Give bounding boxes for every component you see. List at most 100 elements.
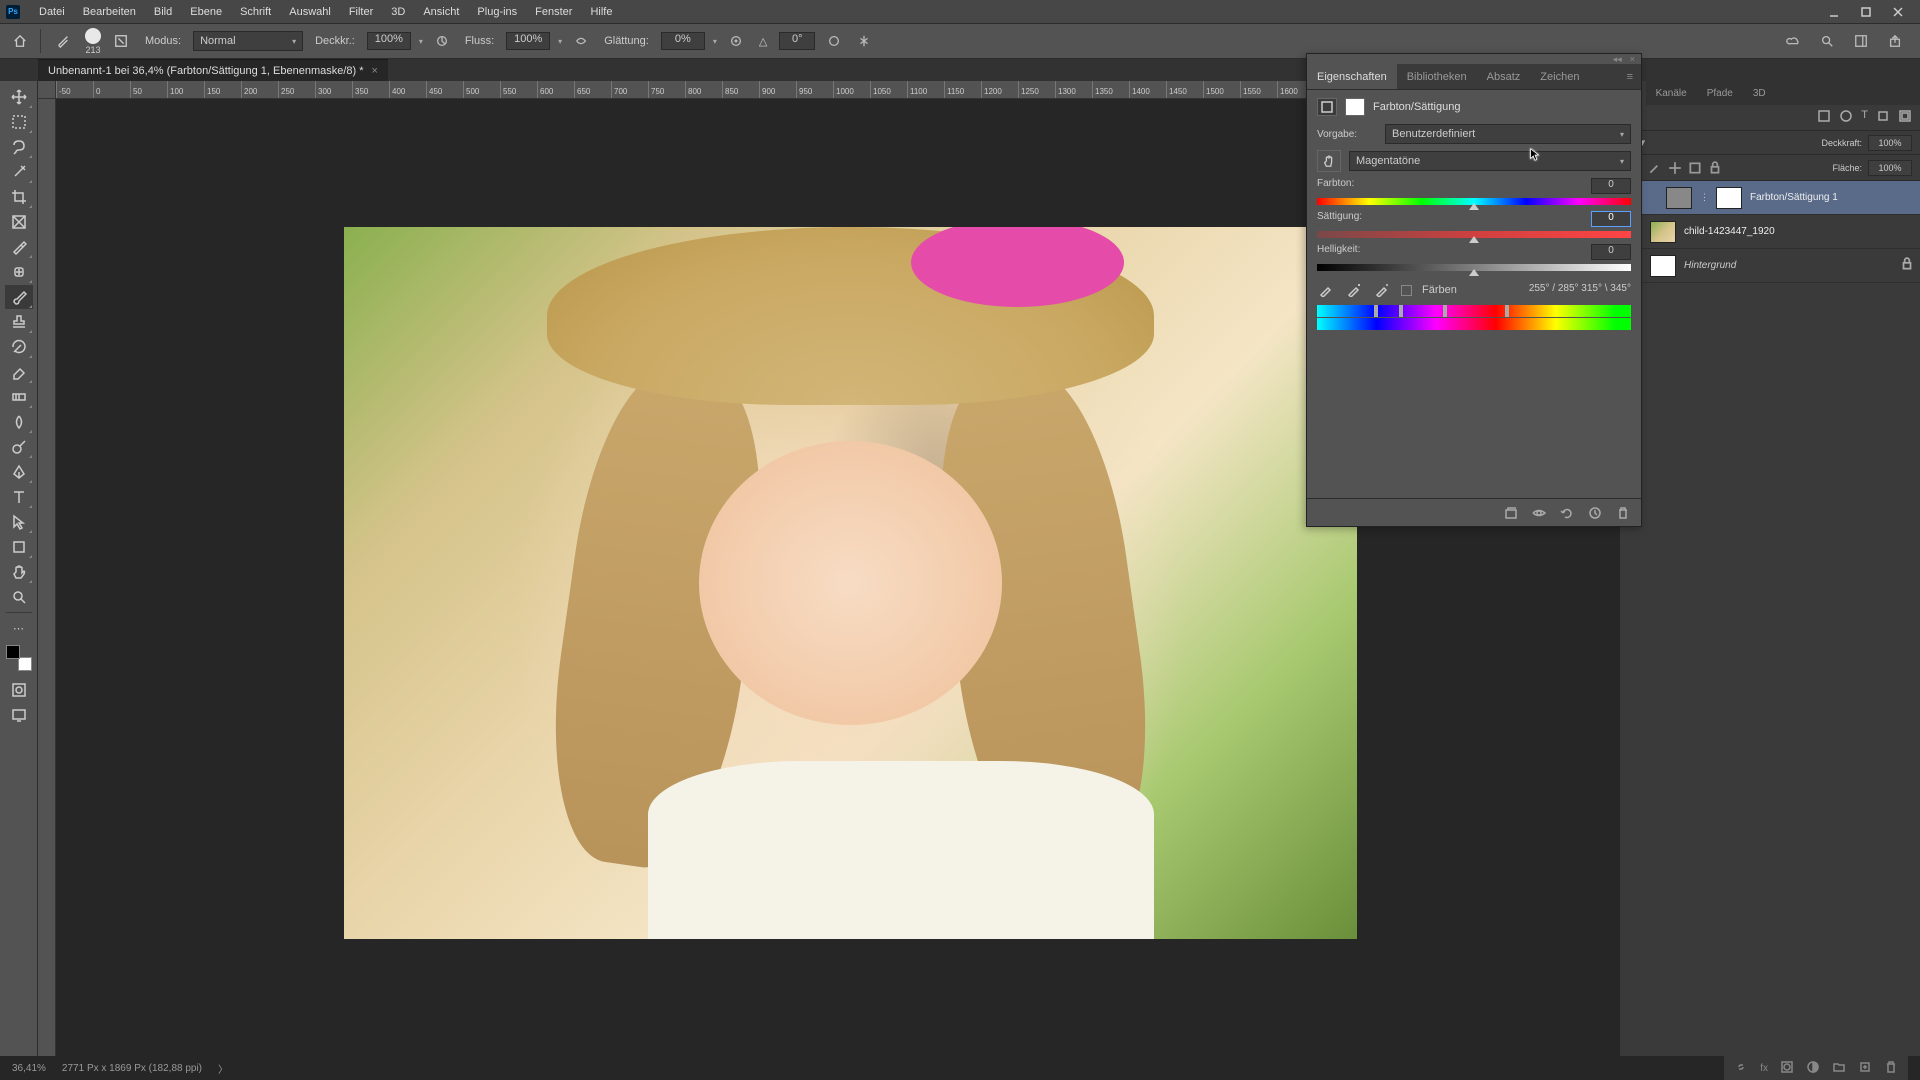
home-icon[interactable] xyxy=(8,29,32,53)
tool-preset-icon[interactable] xyxy=(49,27,77,55)
crop-tool[interactable] xyxy=(5,185,33,209)
tab-character[interactable]: Zeichen xyxy=(1530,64,1589,89)
range-marker[interactable] xyxy=(1443,305,1447,317)
menu-select[interactable]: Auswahl xyxy=(280,0,340,23)
menu-3d[interactable]: 3D xyxy=(382,0,414,23)
mask-icon[interactable] xyxy=(1345,98,1365,116)
menu-file[interactable]: Datei xyxy=(30,0,74,23)
frame-tool[interactable] xyxy=(5,210,33,234)
slider-thumb[interactable] xyxy=(1469,236,1479,243)
window-maximize[interactable] xyxy=(1850,1,1882,23)
doc-info[interactable]: 2771 Px x 1869 Px (182,88 ppi) xyxy=(62,1063,202,1074)
reset-previous-icon[interactable] xyxy=(1559,505,1575,521)
preset-select[interactable]: Benutzerdefiniert▾ xyxy=(1385,124,1631,144)
clip-to-layer-icon[interactable] xyxy=(1503,505,1519,521)
search-icon[interactable] xyxy=(1816,30,1838,52)
window-minimize[interactable] xyxy=(1818,1,1850,23)
menu-layer[interactable]: Ebene xyxy=(181,0,231,23)
brush-tool[interactable] xyxy=(5,285,33,309)
workspace-icon[interactable] xyxy=(1850,30,1872,52)
menu-plugins[interactable]: Plug-ins xyxy=(468,0,526,23)
flow-dropdown-icon[interactable]: ▾ xyxy=(558,37,562,46)
menu-type[interactable]: Schrift xyxy=(231,0,280,23)
shape-tool[interactable] xyxy=(5,535,33,559)
dodge-tool[interactable] xyxy=(5,435,33,459)
layer-opacity-input[interactable]: 100% xyxy=(1868,135,1912,151)
background-color-swatch[interactable] xyxy=(18,657,32,671)
hue-slider[interactable] xyxy=(1317,198,1631,205)
filter-pixel-icon[interactable] xyxy=(1817,109,1831,126)
layer-thumb[interactable] xyxy=(1650,221,1676,243)
channel-select[interactable]: Magentatöne▾ xyxy=(1349,151,1631,171)
menu-window[interactable]: Fenster xyxy=(526,0,581,23)
pressure-size-icon[interactable] xyxy=(823,30,845,52)
move-tool[interactable] xyxy=(5,85,33,109)
healing-tool[interactable] xyxy=(5,260,33,284)
layer-name[interactable]: Farbton/Sättigung 1 xyxy=(1750,192,1838,203)
group-icon[interactable] xyxy=(1832,1060,1846,1077)
saturation-slider[interactable] xyxy=(1317,231,1631,238)
close-tab-icon[interactable]: × xyxy=(372,65,378,77)
layer-fill-input[interactable]: 100% xyxy=(1868,160,1912,176)
collapse-icon[interactable]: ◂◂ xyxy=(1613,54,1622,65)
tab-3d[interactable]: 3D xyxy=(1743,81,1776,105)
colorize-checkbox[interactable] xyxy=(1401,285,1412,296)
tab-paths[interactable]: Pfade xyxy=(1697,81,1743,105)
lock-icon[interactable] xyxy=(1900,257,1914,274)
lock-artboard-icon[interactable] xyxy=(1688,161,1702,175)
blend-mode-select[interactable]: Normal▾ xyxy=(193,31,303,51)
tab-properties[interactable]: Eigenschaften xyxy=(1307,64,1397,89)
layer-row[interactable]: Hintergrund xyxy=(1620,249,1920,283)
menu-filter[interactable]: Filter xyxy=(340,0,382,23)
zoom-tool[interactable] xyxy=(5,585,33,609)
eyedropper-tool[interactable] xyxy=(5,235,33,259)
opacity-dropdown-icon[interactable]: ▾ xyxy=(419,37,423,46)
mask-link-icon[interactable]: ⋮ xyxy=(1700,192,1708,203)
history-brush-tool[interactable] xyxy=(5,335,33,359)
hue-input[interactable]: 0 xyxy=(1591,178,1631,194)
airbrush-icon[interactable] xyxy=(570,30,592,52)
color-swatches[interactable] xyxy=(6,645,32,671)
opacity-pressure-icon[interactable] xyxy=(431,30,453,52)
brush-preview[interactable]: 213 xyxy=(85,28,101,55)
path-select-tool[interactable] xyxy=(5,510,33,534)
window-close[interactable] xyxy=(1882,1,1914,23)
lightness-input[interactable]: 0 xyxy=(1591,244,1631,260)
slider-thumb[interactable] xyxy=(1469,203,1479,210)
marquee-tool[interactable] xyxy=(5,110,33,134)
mask-thumb[interactable] xyxy=(1716,187,1742,209)
layer-thumb[interactable] xyxy=(1666,187,1692,209)
delete-layer-icon[interactable] xyxy=(1884,1060,1898,1077)
edit-toolbar-icon[interactable]: ⋯ xyxy=(5,616,33,640)
saturation-input[interactable]: 0 xyxy=(1591,211,1631,227)
delete-adjustment-icon[interactable] xyxy=(1615,505,1631,521)
stamp-tool[interactable] xyxy=(5,310,33,334)
filter-smart-icon[interactable] xyxy=(1898,109,1912,126)
range-marker[interactable] xyxy=(1374,305,1378,317)
brush-panel-toggle-icon[interactable] xyxy=(109,29,133,53)
close-panel-icon[interactable]: × xyxy=(1630,54,1635,64)
document-image[interactable] xyxy=(344,227,1357,939)
ruler-vertical[interactable] xyxy=(38,99,56,1056)
slider-thumb[interactable] xyxy=(1469,269,1479,276)
zoom-level[interactable]: 36,41% xyxy=(12,1063,46,1074)
layer-name[interactable]: child-1423447_1920 xyxy=(1684,226,1775,237)
layer-name[interactable]: Hintergrund xyxy=(1684,260,1736,271)
blur-tool[interactable] xyxy=(5,410,33,434)
pen-tool[interactable] xyxy=(5,460,33,484)
smoothing-input[interactable]: 0% xyxy=(661,32,705,50)
tab-channels[interactable]: Kanäle xyxy=(1646,81,1697,105)
new-layer-icon[interactable] xyxy=(1858,1060,1872,1077)
eyedropper-icon[interactable] xyxy=(1317,281,1335,299)
layer-mask-icon[interactable] xyxy=(1780,1060,1794,1077)
menu-edit[interactable]: Bearbeiten xyxy=(74,0,145,23)
flow-input[interactable]: 100% xyxy=(506,32,550,50)
tab-paragraph[interactable]: Absatz xyxy=(1477,64,1531,89)
foreground-color-swatch[interactable] xyxy=(6,645,20,659)
range-marker[interactable] xyxy=(1505,305,1509,317)
menu-image[interactable]: Bild xyxy=(145,0,181,23)
targeted-adjust-icon[interactable] xyxy=(1317,150,1341,172)
eyedropper-add-icon[interactable] xyxy=(1345,281,1363,299)
opacity-input[interactable]: 100% xyxy=(367,32,411,50)
toggle-visibility-icon[interactable] xyxy=(1531,505,1547,521)
